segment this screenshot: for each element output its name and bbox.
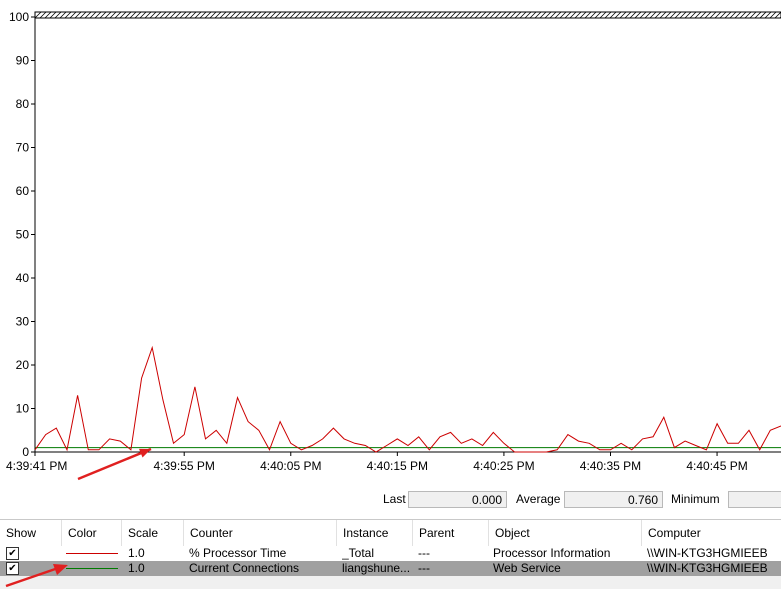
column-header-parent[interactable]: Parent [413,520,489,546]
computer-cell: \\WIN-KTG3HGMIEEB [647,546,768,560]
object-cell: Processor Information [493,546,611,560]
minimum-label: Minimum [671,492,720,506]
plot-area [35,15,781,452]
average-value-field: 0.760 [564,491,663,508]
performance-graph[interactable]: 0 10 20 30 40 50 60 70 80 90 100 4:39:41 PM 4:39:55… [0,0,781,490]
x-tick-label: 4:40:15 PM [367,459,428,473]
y-axis: 0 10 20 30 40 50 60 70 80 90 100 [9,10,35,459]
column-header-object[interactable]: Object [489,520,642,546]
column-header-counter[interactable]: Counter [184,520,337,546]
computer-cell: \\WIN-KTG3HGMIEEB [647,561,768,575]
y-tick-label: 90 [16,54,30,68]
y-tick-label: 80 [16,97,30,111]
counter-cell: Current Connections [189,561,300,575]
column-header-scale[interactable]: Scale [122,520,184,546]
legend-row-processor-time[interactable]: ✔ 1.0 % Processor Time _Total --- Proces… [0,546,781,561]
x-tick-label: 4:39:41 PM [6,459,67,473]
y-tick-label: 20 [16,358,30,372]
y-tick-label: 100 [9,10,29,24]
legend-scrollbar-area[interactable] [0,576,781,589]
annotation-arrow-graph [77,447,152,481]
object-cell: Web Service [493,561,561,575]
scale-cell: 1.0 [128,546,145,560]
y-tick-label: 0 [22,445,29,459]
y-tick-label: 30 [16,315,30,329]
instance-cell: _Total [342,546,375,560]
column-header-instance[interactable]: Instance [337,520,413,546]
annotation-arrow-legend [5,564,68,588]
series-color-swatch [66,553,118,554]
legend-row-current-connections[interactable]: ✔ 1.0 Current Connections liangshune... … [0,561,781,576]
y-tick-label: 70 [16,141,30,155]
parent-cell: --- [418,546,430,560]
column-header-color[interactable]: Color [62,520,122,546]
last-label: Last [383,492,406,506]
y-tick-label: 50 [16,228,30,242]
parent-cell: --- [418,561,430,575]
scale-cell: 1.0 [128,561,145,575]
x-tick-label: 4:40:05 PM [260,459,321,473]
minimum-value-field [728,491,781,508]
counter-cell: % Processor Time [189,546,287,560]
x-tick-label: 4:40:35 PM [580,459,641,473]
x-tick-label: 4:40:45 PM [686,459,747,473]
y-tick-label: 60 [16,184,30,198]
counter-legend-table[interactable]: Show Color Scale Counter Instance Parent… [0,519,781,589]
column-header-show[interactable]: Show [0,520,62,546]
average-label: Average [516,492,561,506]
instance-cell: liangshune... [342,561,411,575]
last-value-field: 0.000 [408,491,507,508]
y-tick-label: 10 [16,402,30,416]
x-tick-label: 4:40:25 PM [473,459,534,473]
annotation-layer [77,447,152,481]
x-tick-label: 4:39:55 PM [154,459,215,473]
y-tick-label: 40 [16,271,30,285]
column-header-computer[interactable]: Computer [642,520,781,546]
